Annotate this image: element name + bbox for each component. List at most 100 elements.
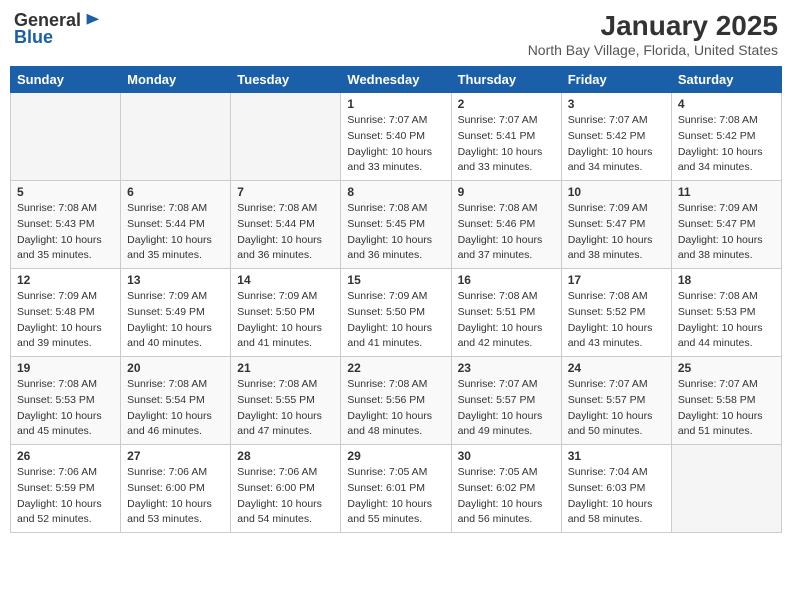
day-number: 8 — [347, 185, 444, 199]
calendar-cell — [11, 93, 121, 181]
day-info: Sunrise: 7:08 AMSunset: 5:46 PMDaylight:… — [458, 201, 555, 264]
day-number: 7 — [237, 185, 334, 199]
day-number: 14 — [237, 273, 334, 287]
day-number: 25 — [678, 361, 775, 375]
day-number: 9 — [458, 185, 555, 199]
calendar-title: January 2025 — [528, 10, 778, 42]
day-number: 1 — [347, 97, 444, 111]
day-info: Sunrise: 7:08 AMSunset: 5:44 PMDaylight:… — [237, 201, 334, 264]
day-number: 4 — [678, 97, 775, 111]
calendar-cell: 1 Sunrise: 7:07 AMSunset: 5:40 PMDaylight… — [341, 93, 451, 181]
day-info: Sunrise: 7:08 AMSunset: 5:52 PMDaylight:… — [568, 289, 665, 352]
day-info: Sunrise: 7:07 AMSunset: 5:42 PMDaylight:… — [568, 113, 665, 176]
calendar-cell: 10Sunrise: 7:09 AMSunset: 5:47 PMDayligh… — [561, 181, 671, 269]
day-number: 12 — [17, 273, 114, 287]
calendar-cell: 20 Sunrise: 7:08 AMSunset: 5:54 PMDayligh… — [121, 357, 231, 445]
day-number: 29 — [347, 449, 444, 463]
day-info: Sunrise: 7:08 AMSunset: 5:56 PMDaylight:… — [347, 377, 444, 440]
day-number: 15 — [347, 273, 444, 287]
day-number: 5 — [17, 185, 114, 199]
calendar-week-row: 19Sunrise: 7:08 AMSunset: 5:53 PMDayligh… — [11, 357, 782, 445]
calendar-cell: 24 Sunrise: 7:07 AMSunset: 5:57 PMDayligh… — [561, 357, 671, 445]
day-info: Sunrise: 7:06 AMSunset: 5:59 PMDaylight:… — [17, 465, 114, 528]
calendar-week-row: 1 Sunrise: 7:07 AMSunset: 5:40 PMDaylight… — [11, 93, 782, 181]
day-info: Sunrise: 7:07 AMSunset: 5:58 PMDaylight:… — [678, 377, 775, 440]
day-info: Sunrise: 7:08 AMSunset: 5:42 PMDaylight:… — [678, 113, 775, 176]
day-info: Sunrise: 7:09 AMSunset: 5:50 PMDaylight:… — [237, 289, 334, 352]
day-info: Sunrise: 7:05 AMSunset: 6:02 PMDaylight:… — [458, 465, 555, 528]
calendar-cell: 6 Sunrise: 7:08 AMSunset: 5:44 PMDaylight… — [121, 181, 231, 269]
calendar-cell — [671, 445, 781, 533]
day-info: Sunrise: 7:08 AMSunset: 5:51 PMDaylight:… — [458, 289, 555, 352]
day-info: Sunrise: 7:08 AMSunset: 5:53 PMDaylight:… — [17, 377, 114, 440]
page-header: General Blue January 2025 North Bay Vill… — [10, 10, 782, 58]
calendar-cell: 23Sunrise: 7:07 AMSunset: 5:57 PMDayligh… — [451, 357, 561, 445]
day-number: 2 — [458, 97, 555, 111]
day-number: 3 — [568, 97, 665, 111]
calendar-cell: 15 Sunrise: 7:09 AMSunset: 5:50 PMDayligh… — [341, 269, 451, 357]
calendar-week-row: 5 Sunrise: 7:08 AMSunset: 5:43 PMDaylight… — [11, 181, 782, 269]
day-info: Sunrise: 7:09 AMSunset: 5:49 PMDaylight:… — [127, 289, 224, 352]
weekday-header-sunday: Sunday — [11, 67, 121, 93]
day-number: 27 — [127, 449, 224, 463]
calendar-table: SundayMondayTuesdayWednesdayThursdayFrid… — [10, 66, 782, 533]
day-info: Sunrise: 7:07 AMSunset: 5:57 PMDaylight:… — [568, 377, 665, 440]
calendar-cell: 30 Sunrise: 7:05 AMSunset: 6:02 PMDayligh… — [451, 445, 561, 533]
calendar-cell: 22 Sunrise: 7:08 AMSunset: 5:56 PMDayligh… — [341, 357, 451, 445]
day-info: Sunrise: 7:06 AMSunset: 6:00 PMDaylight:… — [127, 465, 224, 528]
day-info: Sunrise: 7:08 AMSunset: 5:53 PMDaylight:… — [678, 289, 775, 352]
calendar-cell — [231, 93, 341, 181]
weekday-header-friday: Friday — [561, 67, 671, 93]
day-number: 30 — [458, 449, 555, 463]
calendar-cell: 3 Sunrise: 7:07 AMSunset: 5:42 PMDaylight… — [561, 93, 671, 181]
day-number: 18 — [678, 273, 775, 287]
day-info: Sunrise: 7:09 AMSunset: 5:47 PMDaylight:… — [678, 201, 775, 264]
day-info: Sunrise: 7:09 AMSunset: 5:50 PMDaylight:… — [347, 289, 444, 352]
weekday-header-monday: Monday — [121, 67, 231, 93]
calendar-cell: 5 Sunrise: 7:08 AMSunset: 5:43 PMDaylight… — [11, 181, 121, 269]
day-info: Sunrise: 7:08 AMSunset: 5:43 PMDaylight:… — [17, 201, 114, 264]
calendar-cell: 26Sunrise: 7:06 AMSunset: 5:59 PMDayligh… — [11, 445, 121, 533]
calendar-cell: 13Sunrise: 7:09 AMSunset: 5:49 PMDayligh… — [121, 269, 231, 357]
day-info: Sunrise: 7:08 AMSunset: 5:44 PMDaylight:… — [127, 201, 224, 264]
weekday-header-wednesday: Wednesday — [341, 67, 451, 93]
day-info: Sunrise: 7:09 AMSunset: 5:47 PMDaylight:… — [568, 201, 665, 264]
calendar-cell: 7 Sunrise: 7:08 AMSunset: 5:44 PMDaylight… — [231, 181, 341, 269]
day-number: 21 — [237, 361, 334, 375]
weekday-header-row: SundayMondayTuesdayWednesdayThursdayFrid… — [11, 67, 782, 93]
day-number: 11 — [678, 185, 775, 199]
day-number: 23 — [458, 361, 555, 375]
day-number: 16 — [458, 273, 555, 287]
calendar-cell: 8 Sunrise: 7:08 AMSunset: 5:45 PMDaylight… — [341, 181, 451, 269]
calendar-cell: 19Sunrise: 7:08 AMSunset: 5:53 PMDayligh… — [11, 357, 121, 445]
day-number: 24 — [568, 361, 665, 375]
calendar-cell: 12 Sunrise: 7:09 AMSunset: 5:48 PMDayligh… — [11, 269, 121, 357]
title-block: January 2025 North Bay Village, Florida,… — [528, 10, 778, 58]
day-info: Sunrise: 7:08 AMSunset: 5:45 PMDaylight:… — [347, 201, 444, 264]
logo: General Blue — [14, 10, 101, 48]
calendar-cell: 11 Sunrise: 7:09 AMSunset: 5:47 PMDayligh… — [671, 181, 781, 269]
day-info: Sunrise: 7:05 AMSunset: 6:01 PMDaylight:… — [347, 465, 444, 528]
day-number: 22 — [347, 361, 444, 375]
calendar-cell: 9 Sunrise: 7:08 AMSunset: 5:46 PMDaylight… — [451, 181, 561, 269]
day-number: 6 — [127, 185, 224, 199]
calendar-cell: 4 Sunrise: 7:08 AMSunset: 5:42 PMDaylight… — [671, 93, 781, 181]
calendar-cell: 27 Sunrise: 7:06 AMSunset: 6:00 PMDayligh… — [121, 445, 231, 533]
calendar-cell: 28Sunrise: 7:06 AMSunset: 6:00 PMDayligh… — [231, 445, 341, 533]
day-number: 20 — [127, 361, 224, 375]
calendar-cell: 29 Sunrise: 7:05 AMSunset: 6:01 PMDayligh… — [341, 445, 451, 533]
calendar-cell: 25 Sunrise: 7:07 AMSunset: 5:58 PMDayligh… — [671, 357, 781, 445]
calendar-cell: 18 Sunrise: 7:08 AMSunset: 5:53 PMDayligh… — [671, 269, 781, 357]
calendar-week-row: 26Sunrise: 7:06 AMSunset: 5:59 PMDayligh… — [11, 445, 782, 533]
day-info: Sunrise: 7:09 AMSunset: 5:48 PMDaylight:… — [17, 289, 114, 352]
logo-flag-icon — [83, 12, 101, 30]
day-info: Sunrise: 7:07 AMSunset: 5:41 PMDaylight:… — [458, 113, 555, 176]
calendar-cell: 14 Sunrise: 7:09 AMSunset: 5:50 PMDayligh… — [231, 269, 341, 357]
day-info: Sunrise: 7:08 AMSunset: 5:55 PMDaylight:… — [237, 377, 334, 440]
weekday-header-tuesday: Tuesday — [231, 67, 341, 93]
day-info: Sunrise: 7:08 AMSunset: 5:54 PMDaylight:… — [127, 377, 224, 440]
calendar-cell: 31Sunrise: 7:04 AMSunset: 6:03 PMDayligh… — [561, 445, 671, 533]
day-info: Sunrise: 7:04 AMSunset: 6:03 PMDaylight:… — [568, 465, 665, 528]
calendar-cell: 2 Sunrise: 7:07 AMSunset: 5:41 PMDaylight… — [451, 93, 561, 181]
day-info: Sunrise: 7:07 AMSunset: 5:40 PMDaylight:… — [347, 113, 444, 176]
